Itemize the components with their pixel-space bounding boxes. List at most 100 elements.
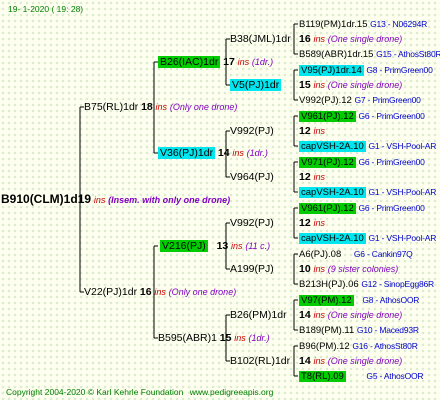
root-note: (Insem. with only one drone) xyxy=(108,195,231,205)
gen2-queen-1[interactable]: B26(IAC)1dr 17 ins (1dr.) xyxy=(158,56,273,69)
gen4-5-src: G6 - PrimGreen00 xyxy=(358,111,425,121)
root-name[interactable]: B910(CLM)1d xyxy=(1,192,78,206)
gen4-queen-14[interactable]: B189(PM).11 G10 - Maced93R xyxy=(299,324,419,337)
gen4-3-src: G8 - PrimGreen00 xyxy=(366,65,433,75)
gen4-12-name[interactable]: B213H(PJ).06 xyxy=(299,279,359,290)
gen4-queen-1[interactable]: B119(PM)1dr.15 G13 - N06294R xyxy=(299,18,427,31)
gen4-16-name[interactable]: T8(RL).09 xyxy=(299,371,346,382)
gen3-2-num: 15 xyxy=(299,79,311,91)
gen4-15-src: G16 - AthosSt80R xyxy=(352,341,418,351)
gen4-4-src: G7 - PrimGreen00 xyxy=(354,95,421,105)
gen1-1-name[interactable]: B75(RL)1dr xyxy=(84,101,138,113)
gen3-6-note: (9 sister colonies) xyxy=(327,264,399,274)
gen2-queen-3[interactable]: V216(PJ) 13 ins (11 c.) xyxy=(160,240,270,253)
gen3-1-note: (One single drone) xyxy=(327,34,403,44)
gen4-queen-7[interactable]: V971(PJ).12 G6 - PrimGreen00 xyxy=(299,156,425,169)
gen3-3-name[interactable]: V992(PJ) xyxy=(230,125,274,137)
site-link[interactable]: www.pedigreeapis.org xyxy=(190,387,274,397)
gen4-13-name[interactable]: V97(PM).12 xyxy=(299,295,354,306)
gen4-2-name[interactable]: B589(ABR)1dr.15 xyxy=(299,49,373,60)
gen3-7-name[interactable]: B26(PM)1dr xyxy=(230,309,287,321)
gen4-3-name[interactable]: V95(PJ)1dr.14 xyxy=(299,65,364,76)
gen3-8-num: 14 xyxy=(299,355,311,367)
gen2-queen-4[interactable]: B595(ABR)1 15 ins (1dr.) xyxy=(158,332,270,345)
gen4-queen-6[interactable]: capVSH-2A.10 G1 - VSH-Pool-AR xyxy=(299,140,436,153)
gen4-14-name[interactable]: B189(PM).11 xyxy=(299,325,354,336)
gen4-queen-11[interactable]: A6(PJ).08 G6 - Cankin97Q xyxy=(299,248,413,261)
gen4-12-src: G12 - SinopEgg86R xyxy=(361,279,434,289)
gen3-5-info: 12 ins xyxy=(299,217,325,230)
gen4-6-src: G1 - VSH-Pool-AR xyxy=(368,141,437,151)
gen4-queen-4[interactable]: V992(PJ).12 G7 - PrimGreen00 xyxy=(299,94,421,107)
gen3-queen-3[interactable]: V992(PJ) xyxy=(230,125,274,138)
gen3-2-ins: ins xyxy=(313,80,325,90)
gen4-queen-5[interactable]: V961(PJ).12 G6 - PrimGreen00 xyxy=(299,110,425,123)
gen4-queen-13[interactable]: V97(PM).12 G8 - AthosOOR xyxy=(299,294,419,307)
gen2-4-name[interactable]: B595(ABR)1 xyxy=(158,332,217,344)
gen4-10-name[interactable]: capVSH-2A.10 xyxy=(299,233,366,244)
gen3-1-info: 16 ins (One single drone) xyxy=(299,33,402,46)
gen3-queen-8[interactable]: B102(RL)1dr xyxy=(230,355,290,368)
copyright-text: Copyright 2004-2020 © Karl Kehrle Founda… xyxy=(6,387,184,397)
gen2-2-ins: ins xyxy=(232,148,244,158)
gen2-1-note: (1dr.) xyxy=(251,57,274,67)
gen3-4-name[interactable]: V964(PJ) xyxy=(230,171,274,183)
gen1-2-num: 16 xyxy=(139,286,152,298)
gen2-queen-2[interactable]: V36(PJ)1dr 14 ins (1dr.) xyxy=(158,147,268,160)
gen3-queen-7[interactable]: B26(PM)1dr xyxy=(230,309,287,322)
gen3-queen-6[interactable]: A199(PJ) xyxy=(230,263,274,276)
gen3-6-info: 10 ins (9 sister colonies) xyxy=(299,263,398,276)
gen3-5-name[interactable]: V992(PJ) xyxy=(230,217,274,229)
gen4-11-name[interactable]: A6(PJ).08 xyxy=(299,249,341,260)
gen4-queen-10[interactable]: capVSH-2A.10 G1 - VSH-Pool-AR xyxy=(299,232,436,245)
gen2-2-num: 14 xyxy=(217,147,230,159)
root-ins: ins xyxy=(93,195,106,205)
gen3-8-name[interactable]: B102(RL)1dr xyxy=(230,355,290,367)
gen4-5-name[interactable]: V961(PJ).12 xyxy=(299,111,356,122)
gen4-15-name[interactable]: B96(PM).12 xyxy=(299,341,350,352)
gen4-queen-9[interactable]: V961(PJ).12 G6 - PrimGreen00 xyxy=(299,202,425,215)
gen1-1-ins: ins xyxy=(155,102,168,112)
gen2-1-num: 17 xyxy=(223,56,235,68)
gen3-5-ins: ins xyxy=(313,218,325,228)
gen1-queen-1[interactable]: B75(RL)1dr 18 ins (Only one drone) xyxy=(84,101,237,114)
gen3-8-note: (One single drone) xyxy=(327,356,403,366)
gen2-3-ins: ins xyxy=(231,241,243,251)
gen3-2-info: 15 ins (One single drone) xyxy=(299,79,402,92)
gen3-3-num: 12 xyxy=(299,125,311,137)
gen4-11-src: G6 - Cankin97Q xyxy=(353,249,413,259)
gen3-1-num: 16 xyxy=(299,33,311,45)
gen4-queen-2[interactable]: B589(ABR)1dr.15 G15 - AthosSt80R xyxy=(299,48,440,61)
gen4-1-name[interactable]: B119(PM)1dr.15 xyxy=(299,19,367,30)
gen2-3-name[interactable]: V216(PJ) xyxy=(160,240,208,252)
gen1-2-note: (Only one drone) xyxy=(168,287,237,297)
gen4-queen-15[interactable]: B96(PM).12 G16 - AthosSt80R xyxy=(299,340,418,353)
gen2-2-name[interactable]: V36(PJ)1dr xyxy=(158,147,216,159)
gen4-9-src: G6 - PrimGreen00 xyxy=(358,203,425,213)
gen3-7-num: 14 xyxy=(299,309,311,321)
gen2-1-name[interactable]: B26(IAC)1dr xyxy=(158,56,221,68)
gen4-queen-3[interactable]: V95(PJ)1dr.14 G8 - PrimGreen00 xyxy=(299,64,433,77)
gen4-4-name[interactable]: V992(PJ).12 xyxy=(299,95,352,106)
gen3-3-ins: ins xyxy=(313,126,325,136)
gen4-queen-8[interactable]: capVSH-2A.10 G1 - VSH-Pool-AR xyxy=(299,186,436,199)
gen3-1-name[interactable]: B38(JML)1dr xyxy=(230,33,291,45)
gen1-2-ins: ins xyxy=(154,287,166,297)
gen4-queen-12[interactable]: B213H(PJ).06 G12 - SinopEgg86R xyxy=(299,278,434,291)
gen1-2-name[interactable]: V22(PJ)1dr xyxy=(84,286,137,298)
gen1-queen-2[interactable]: V22(PJ)1dr 16 ins (Only one drone) xyxy=(84,286,236,299)
root-queen[interactable]: B910(CLM)1d19 ins (Insem. with only one … xyxy=(1,192,231,207)
gen3-6-name[interactable]: A199(PJ) xyxy=(230,263,274,275)
gen1-1-note: (Only one drone) xyxy=(169,102,238,112)
gen3-queen-4[interactable]: V964(PJ) xyxy=(230,171,274,184)
gen4-6-name[interactable]: capVSH-2A.10 xyxy=(299,141,366,152)
gen3-7-ins: ins xyxy=(313,310,325,320)
gen4-8-name[interactable]: capVSH-2A.10 xyxy=(299,187,366,198)
gen4-9-name[interactable]: V961(PJ).12 xyxy=(299,203,356,214)
gen3-queen-5[interactable]: V992(PJ) xyxy=(230,217,274,230)
gen4-7-name[interactable]: V971(PJ).12 xyxy=(299,157,356,168)
gen4-queen-16[interactable]: T8(RL).09 G5 - AthosOOR xyxy=(299,370,424,383)
gen3-queen-1[interactable]: B38(JML)1dr xyxy=(230,33,291,46)
gen3-queen-2[interactable]: V5(PJ)1dr xyxy=(230,79,282,92)
gen3-2-name[interactable]: V5(PJ)1dr xyxy=(230,79,282,91)
